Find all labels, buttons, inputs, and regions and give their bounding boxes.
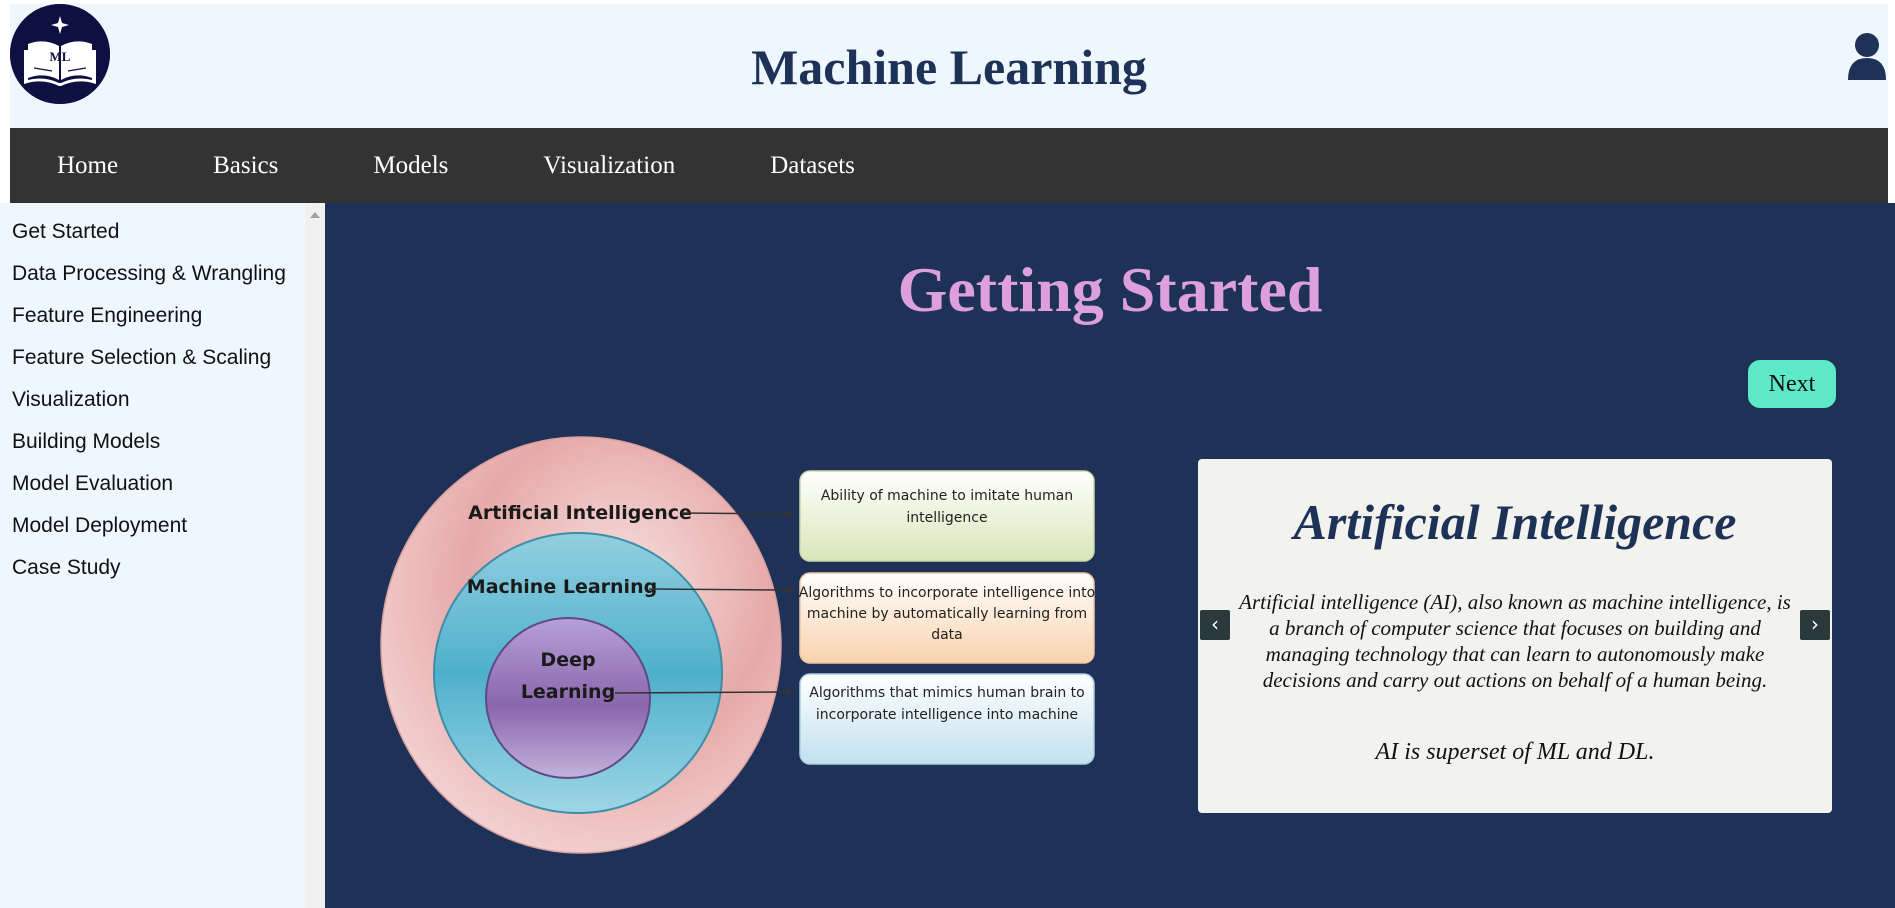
site-title: Machine Learning	[751, 39, 1147, 95]
box-ml-line3: data	[931, 627, 963, 643]
label-machine-learning: Machine Learning	[467, 576, 657, 598]
box-ai-line1: Ability of machine to imitate human	[821, 488, 1073, 504]
scroll-up-arrow-icon[interactable]	[310, 212, 320, 218]
page-title: Getting Started	[897, 254, 1323, 325]
card-body: Artificial intelligence (AI), also known…	[1239, 590, 1791, 692]
label-learning: Learning	[521, 681, 615, 703]
box-ml-line1: Algorithms to incorporate intelligence i…	[799, 585, 1095, 601]
site-header: ML Machine Learning	[10, 4, 1888, 128]
card-title: Artificial Intelligence	[1293, 494, 1737, 550]
label-deep: Deep	[540, 649, 595, 671]
label-artificial-intelligence: Artificial Intelligence	[468, 502, 692, 524]
arrow-ai	[681, 512, 788, 515]
nav-item-home[interactable]: Home	[57, 152, 118, 180]
next-button[interactable]: Next	[1748, 360, 1836, 408]
chevron-left-icon[interactable]: ‹	[1200, 610, 1230, 640]
box-ml-line2: machine by automatically learning from	[807, 606, 1087, 622]
arrow-dl	[614, 691, 788, 694]
sidebar-item-model-evaluation[interactable]: Model Evaluation	[0, 463, 305, 505]
arrow-ml-head	[787, 586, 794, 594]
main-content: Getting Started Next Artificial Intellig…	[325, 203, 1895, 908]
nav-item-models[interactable]: Models	[373, 152, 448, 180]
chevron-right-icon[interactable]: ›	[1800, 610, 1830, 640]
nav-item-visualization[interactable]: Visualization	[543, 152, 675, 180]
sidebar-list: Get Started Data Processing & Wrangling …	[0, 203, 305, 589]
box-dl-line2: incorporate intelligence into machine	[816, 707, 1078, 723]
card-note: AI is superset of ML and DL.	[1375, 739, 1655, 765]
main-nav: Home Basics Models Visualization Dataset…	[10, 128, 1888, 203]
arrow-dl-head	[787, 688, 794, 696]
sidebar-item-feature-selection[interactable]: Feature Selection & Scaling	[0, 337, 305, 379]
nav-item-basics[interactable]: Basics	[213, 152, 278, 180]
arrow-ml	[648, 588, 788, 591]
nav-item-datasets[interactable]: Datasets	[770, 152, 855, 180]
box-dl-line1: Algorithms that mimics human brain to	[809, 685, 1084, 701]
sidebar-scrollbar[interactable]	[305, 203, 325, 908]
user-icon[interactable]	[1846, 32, 1888, 80]
sidebar-item-building-models[interactable]: Building Models	[0, 421, 305, 463]
info-carousel-card: Artificial Intelligence Artificial intel…	[1198, 459, 1832, 813]
sidebar: Get Started Data Processing & Wrangling …	[0, 203, 305, 908]
sidebar-item-model-deployment[interactable]: Model Deployment	[0, 505, 305, 547]
sidebar-item-data-processing[interactable]: Data Processing & Wrangling	[0, 253, 305, 295]
sidebar-item-get-started[interactable]: Get Started	[0, 211, 305, 253]
sidebar-item-feature-engineering[interactable]: Feature Engineering	[0, 295, 305, 337]
sidebar-item-case-study[interactable]: Case Study	[0, 547, 305, 589]
ai-ml-dl-diagram: Artificial Intelligence Machine Learning…	[380, 436, 1095, 854]
sidebar-item-visualization[interactable]: Visualization	[0, 379, 305, 421]
box-ai-line2: intelligence	[906, 510, 987, 526]
arrow-ai-head	[787, 510, 794, 518]
